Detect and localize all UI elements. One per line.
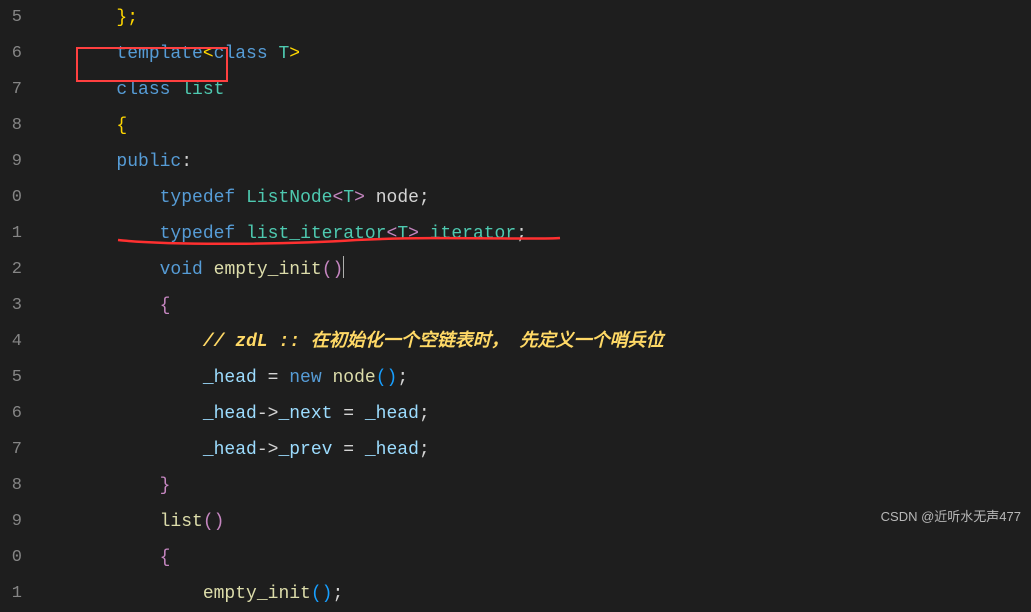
code-line[interactable]: _head->_prev = _head; bbox=[30, 432, 1031, 468]
code-line[interactable]: { bbox=[30, 540, 1031, 576]
line-gutter: 5 6 7 8 9 0 1 2 3 4 5 6 7 8 9 0 1 bbox=[0, 0, 30, 531]
code-line[interactable]: } bbox=[30, 468, 1031, 504]
code-editor: 5 6 7 8 9 0 1 2 3 4 5 6 7 8 9 0 1 }; tem… bbox=[0, 0, 1031, 531]
line-number: 5 bbox=[0, 360, 22, 396]
line-number: 3 bbox=[0, 288, 22, 324]
line-number: 0 bbox=[0, 540, 22, 576]
code-line[interactable]: typedef list_iterator<T> iterator; bbox=[30, 216, 1031, 252]
code-line[interactable]: empty_init(); bbox=[30, 576, 1031, 612]
watermark: CSDN @近听水无声477 bbox=[881, 506, 1021, 525]
line-number: 5 bbox=[0, 0, 22, 36]
line-number: 0 bbox=[0, 180, 22, 216]
line-number: 7 bbox=[0, 72, 22, 108]
code-line[interactable]: { bbox=[30, 288, 1031, 324]
line-number: 1 bbox=[0, 576, 22, 612]
code-line[interactable]: template<class T> bbox=[30, 36, 1031, 72]
line-number: 6 bbox=[0, 396, 22, 432]
code-line[interactable]: void empty_init() bbox=[30, 252, 1031, 288]
code-content[interactable]: }; template<class T> class list { public… bbox=[30, 0, 1031, 531]
line-number: 2 bbox=[0, 252, 22, 288]
code-line[interactable]: public: bbox=[30, 144, 1031, 180]
line-number: 8 bbox=[0, 468, 22, 504]
code-line[interactable]: _head->_next = _head; bbox=[30, 396, 1031, 432]
line-number: 8 bbox=[0, 108, 22, 144]
code-line[interactable]: _head = new node(); bbox=[30, 360, 1031, 396]
code-line[interactable]: // zdL :: 在初始化一个空链表时， 先定义一个哨兵位 bbox=[30, 324, 1031, 360]
line-number: 7 bbox=[0, 432, 22, 468]
code-line[interactable]: }; bbox=[30, 0, 1031, 36]
code-line[interactable]: typedef ListNode<T> node; bbox=[30, 180, 1031, 216]
code-line[interactable]: { bbox=[30, 108, 1031, 144]
line-number: 9 bbox=[0, 504, 22, 540]
line-number: 1 bbox=[0, 216, 22, 252]
line-number: 9 bbox=[0, 144, 22, 180]
code-line[interactable]: class list bbox=[30, 72, 1031, 108]
line-number: 6 bbox=[0, 36, 22, 72]
line-number: 4 bbox=[0, 324, 22, 360]
text-cursor bbox=[343, 256, 344, 278]
